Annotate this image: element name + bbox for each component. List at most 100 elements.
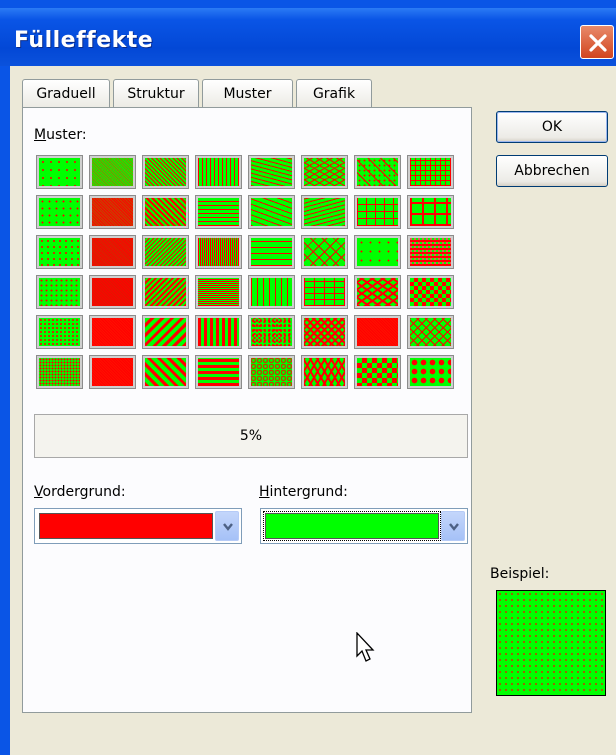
tab-label: Graduell: [36, 85, 96, 102]
pattern-grid: [34, 153, 458, 393]
ok-button[interactable]: OK: [496, 111, 608, 143]
pattern-swatch-fill: [39, 158, 80, 186]
pattern-swatch-frame: [89, 355, 136, 389]
pattern-swatch[interactable]: [405, 273, 458, 313]
pattern-swatch[interactable]: [34, 273, 87, 313]
pattern-swatch-frame: [248, 315, 295, 349]
pattern-swatch[interactable]: [140, 233, 193, 273]
pattern-swatch[interactable]: [193, 233, 246, 273]
pattern-swatch[interactable]: [352, 353, 405, 393]
pattern-swatch-frame: [195, 195, 242, 229]
pattern-swatch[interactable]: [34, 233, 87, 273]
tab-grafik[interactable]: Grafik: [296, 79, 372, 107]
pattern-swatch-fill: [251, 318, 292, 346]
background-label-text: intergrund:: [269, 484, 348, 500]
pattern-swatch[interactable]: [34, 193, 87, 233]
pattern-swatch-frame: [36, 315, 83, 349]
pattern-swatch-fill: [92, 198, 133, 226]
pattern-swatch-fill: [145, 198, 186, 226]
foreground-label-accesskey: V: [34, 484, 43, 500]
pattern-swatch[interactable]: [193, 273, 246, 313]
foreground-dropdown-button[interactable]: [215, 511, 239, 541]
pattern-swatch[interactable]: [352, 233, 405, 273]
pattern-swatch-frame: [301, 235, 348, 269]
pattern-swatch[interactable]: [246, 153, 299, 193]
cancel-button[interactable]: Abbrechen: [496, 155, 608, 187]
pattern-swatch[interactable]: [87, 153, 140, 193]
pattern-swatch[interactable]: [352, 193, 405, 233]
pattern-swatch-fill: [251, 158, 292, 186]
pattern-swatch[interactable]: [193, 193, 246, 233]
pattern-swatch[interactable]: [87, 353, 140, 393]
pattern-swatch[interactable]: [352, 273, 405, 313]
pattern-swatch[interactable]: [193, 153, 246, 193]
pattern-swatch[interactable]: [246, 273, 299, 313]
pattern-swatch[interactable]: [405, 233, 458, 273]
pattern-swatch-fill: [198, 358, 239, 386]
pattern-swatch[interactable]: [352, 313, 405, 353]
tab-muster[interactable]: Muster: [202, 79, 293, 107]
pattern-swatch-fill: [410, 318, 451, 346]
pattern-swatch[interactable]: [405, 353, 458, 393]
pattern-swatch[interactable]: [34, 153, 87, 193]
pattern-swatch[interactable]: [87, 193, 140, 233]
pattern-swatch-fill: [304, 198, 345, 226]
background-color-select[interactable]: [260, 508, 468, 544]
pattern-swatch[interactable]: [246, 353, 299, 393]
pattern-swatch-fill: [304, 278, 345, 306]
cancel-label: Abbrechen: [514, 163, 590, 179]
title-bar[interactable]: Fülleffekte: [0, 8, 616, 66]
pattern-swatch-frame: [407, 155, 454, 189]
pattern-swatch[interactable]: [405, 313, 458, 353]
pattern-swatch[interactable]: [87, 273, 140, 313]
pattern-swatch[interactable]: [299, 273, 352, 313]
pattern-swatch[interactable]: [140, 193, 193, 233]
pattern-swatch[interactable]: [140, 313, 193, 353]
tab-struktur[interactable]: Struktur: [113, 79, 199, 107]
pattern-swatch[interactable]: [299, 353, 352, 393]
background-dropdown-button[interactable]: [441, 511, 465, 541]
pattern-swatch[interactable]: [246, 313, 299, 353]
pattern-swatch[interactable]: [87, 313, 140, 353]
pattern-swatch[interactable]: [87, 233, 140, 273]
pattern-swatch-frame: [354, 355, 401, 389]
foreground-color-select[interactable]: [34, 508, 242, 544]
pattern-swatch-frame: [301, 275, 348, 309]
pattern-swatch[interactable]: [299, 153, 352, 193]
pattern-swatch-fill: [410, 238, 451, 266]
pattern-swatch-frame: [36, 355, 83, 389]
pattern-swatch-frame: [301, 315, 348, 349]
tab-graduell[interactable]: Graduell: [22, 79, 110, 107]
pattern-swatch-fill: [198, 278, 239, 306]
close-button[interactable]: [580, 25, 614, 59]
pattern-swatch[interactable]: [405, 153, 458, 193]
close-icon: [589, 34, 607, 52]
pattern-swatch[interactable]: [405, 193, 458, 233]
pattern-swatch[interactable]: [246, 193, 299, 233]
pattern-swatch-frame: [354, 155, 401, 189]
pattern-swatch[interactable]: [246, 233, 299, 273]
pattern-swatch[interactable]: [140, 153, 193, 193]
pattern-swatch[interactable]: [193, 353, 246, 393]
pattern-swatch[interactable]: [299, 233, 352, 273]
sample-preview: [496, 590, 606, 696]
pattern-swatch[interactable]: [193, 313, 246, 353]
pattern-swatch-fill: [357, 158, 398, 186]
mouse-pointer-icon: [356, 632, 375, 662]
pattern-swatch-frame: [195, 275, 242, 309]
pattern-swatch[interactable]: [34, 353, 87, 393]
pattern-swatch-frame: [89, 235, 136, 269]
pattern-swatch-frame: [301, 355, 348, 389]
pattern-swatch-frame: [195, 235, 242, 269]
pattern-swatch[interactable]: [140, 273, 193, 313]
pattern-swatch-frame: [354, 275, 401, 309]
pattern-swatch[interactable]: [299, 193, 352, 233]
pattern-swatch[interactable]: [34, 313, 87, 353]
pattern-swatch-fill: [304, 158, 345, 186]
pattern-swatch[interactable]: [352, 153, 405, 193]
pattern-swatch[interactable]: [140, 353, 193, 393]
pattern-swatch-frame: [301, 195, 348, 229]
pattern-swatch[interactable]: [299, 313, 352, 353]
pattern-swatch-frame: [248, 275, 295, 309]
background-color-swatch: [263, 511, 441, 541]
